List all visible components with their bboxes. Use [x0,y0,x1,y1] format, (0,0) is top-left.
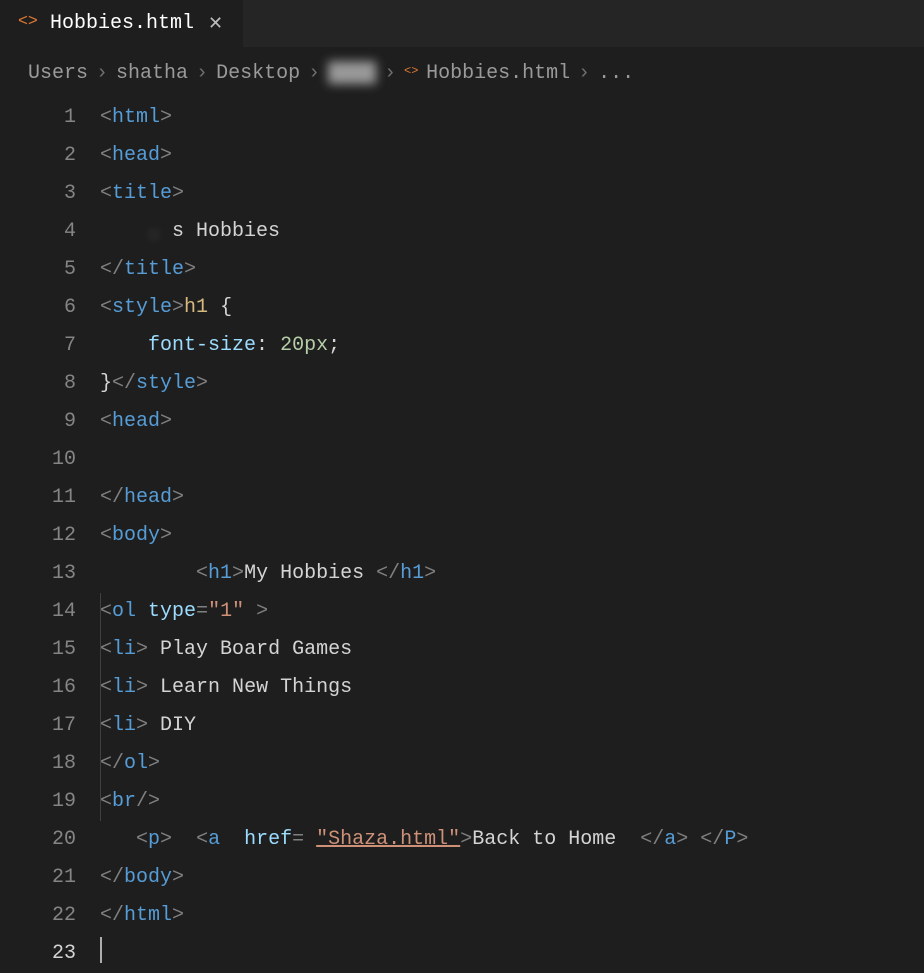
code-line[interactable] [100,441,924,479]
line-number: 21 [0,859,76,897]
line-number: 10 [0,441,76,479]
html-file-icon: <> [18,9,40,38]
line-number: 16 [0,669,76,707]
code-editor[interactable]: 1234567891011121314151617181920212223 <h… [0,99,924,973]
code-line[interactable]: <ol type="1" > [100,593,924,631]
line-number-gutter: 1234567891011121314151617181920212223 [0,99,100,973]
code-line[interactable]: <li> Play Board Games [100,631,924,669]
text-cursor [100,937,102,963]
code-line[interactable]: <h1>My Hobbies </h1> [100,555,924,593]
chevron-right-icon: › [578,62,590,85]
code-line[interactable]: font-size: 20px; [100,327,924,365]
code-line[interactable]: <title> [100,175,924,213]
breadcrumb-segment[interactable]: ... [598,62,634,85]
line-number: 12 [0,517,76,555]
svg-text:<>: <> [18,12,38,31]
line-number: 6 [0,289,76,327]
code-content[interactable]: <html><head><title> . s Hobbies</title><… [100,99,924,973]
code-line[interactable]: <body> [100,517,924,555]
line-number: 1 [0,99,76,137]
svg-text:<>: <> [404,64,418,78]
line-number: 3 [0,175,76,213]
line-number: 13 [0,555,76,593]
code-line[interactable]: </title> [100,251,924,289]
line-number: 22 [0,897,76,935]
line-number: 15 [0,631,76,669]
code-line[interactable]: <li> DIY [100,707,924,745]
line-number: 23 [0,935,76,973]
code-line[interactable]: }</style> [100,365,924,403]
code-line[interactable]: <p> <a href= "Shaza.html">Back to Home <… [100,821,924,859]
html-file-icon: <> [404,62,422,80]
line-number: 17 [0,707,76,745]
line-number: 7 [0,327,76,365]
breadcrumb-segment[interactable]: <>Hobbies.html [404,62,570,85]
line-number: 19 [0,783,76,821]
close-icon[interactable]: ✕ [204,13,227,35]
code-line[interactable]: <head> [100,137,924,175]
code-line[interactable]: </body> [100,859,924,897]
chevron-right-icon: › [308,62,320,85]
line-number: 14 [0,593,76,631]
line-number: 4 [0,213,76,251]
breadcrumb-segment[interactable]: shatha [116,62,188,85]
chevron-right-icon: › [196,62,208,85]
code-line[interactable]: </head> [100,479,924,517]
line-number: 9 [0,403,76,441]
code-line[interactable]: <li> Learn New Things [100,669,924,707]
breadcrumb: Users › shatha › Desktop › ████ › <>Hobb… [0,48,924,99]
code-line[interactable]: <head> [100,403,924,441]
tab-filename: Hobbies.html [50,12,194,35]
code-line[interactable] [100,935,924,973]
line-number: 20 [0,821,76,859]
code-line[interactable]: </html> [100,897,924,935]
line-number: 5 [0,251,76,289]
code-line[interactable]: <style>h1 { [100,289,924,327]
code-line[interactable]: . s Hobbies [100,213,924,251]
editor-tab[interactable]: <> Hobbies.html ✕ [0,0,243,47]
code-line[interactable]: </ol> [100,745,924,783]
line-number: 11 [0,479,76,517]
breadcrumb-segment[interactable]: Users [28,62,88,85]
breadcrumb-segment[interactable]: Desktop [216,62,300,85]
chevron-right-icon: › [96,62,108,85]
code-line[interactable]: <html> [100,99,924,137]
line-number: 2 [0,137,76,175]
line-number: 8 [0,365,76,403]
chevron-right-icon: › [384,62,396,85]
line-number: 18 [0,745,76,783]
breadcrumb-segment-blurred[interactable]: ████ [328,62,376,85]
code-line[interactable]: <br/> [100,783,924,821]
tab-bar: <> Hobbies.html ✕ [0,0,924,48]
